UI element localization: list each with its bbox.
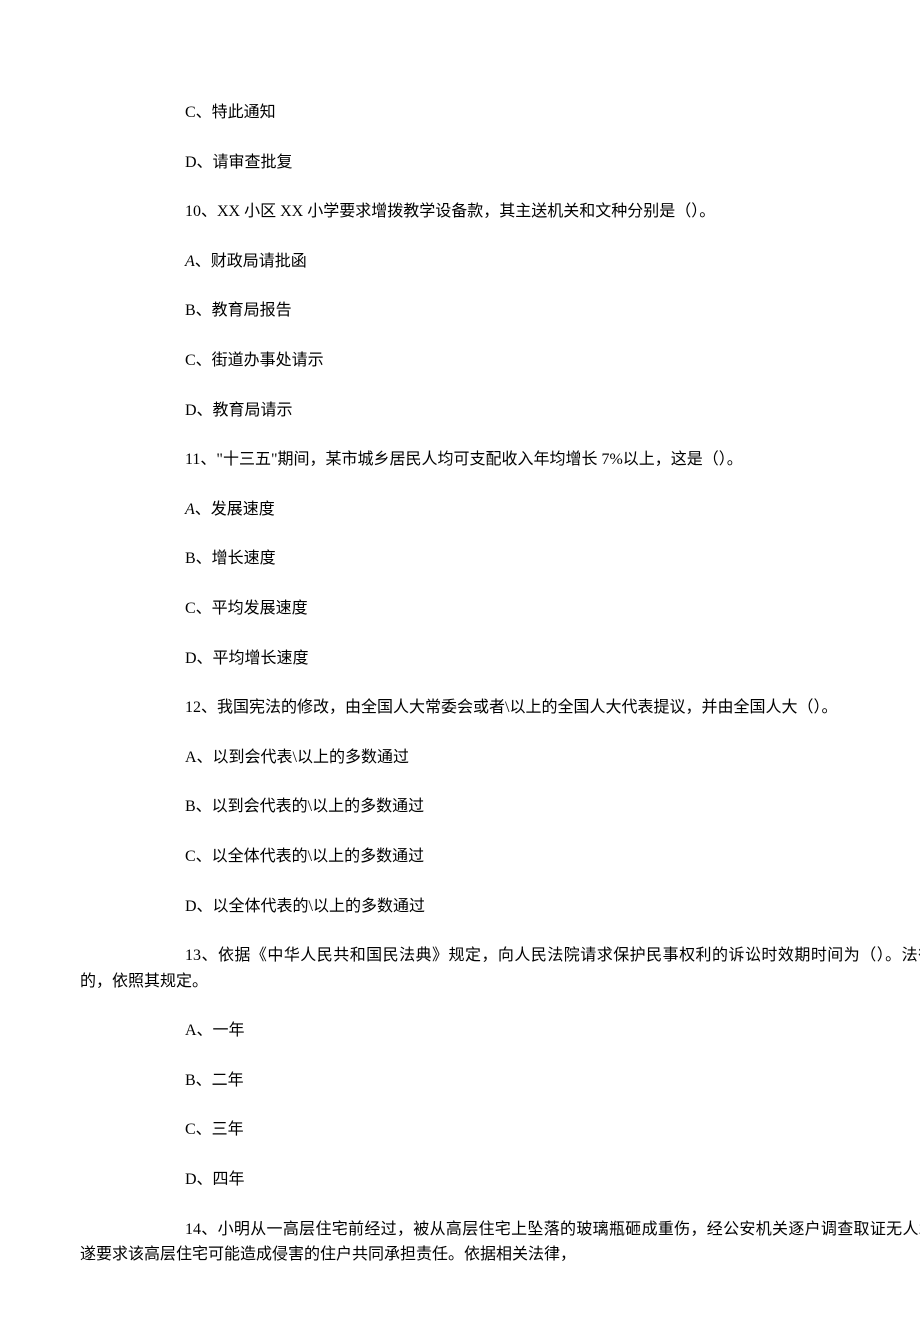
q10-option-d: D、教育局请示: [80, 398, 920, 424]
q12-option-d: D、以全体代表的\以上的多数通过: [80, 894, 920, 920]
q13-option-a: A、一年: [80, 1018, 920, 1044]
q10-stem: 10、XX 小区 XX 小学要求增拨教学设备款，其主送机关和文种分别是（）。: [80, 199, 920, 225]
q10-option-c: C、街道办事处请示: [80, 348, 920, 374]
q11-option-a-text: 、发展速度: [195, 501, 275, 518]
q13-option-b: B、二年: [80, 1068, 920, 1094]
q11-option-b: B、增长速度: [80, 546, 920, 572]
q9-option-c: C、特此通知: [80, 100, 920, 126]
q12-stem: 12、我国宪法的修改，由全国人大常委会或者\以上的全国人大代表提议，并由全国人大…: [80, 695, 920, 721]
italic-a-label: A: [185, 501, 195, 518]
q14-stem: 14、小明从一高层住宅前经过，被从高层住宅上坠落的玻璃瓶砸成重伤，经公安机关逐户…: [80, 1217, 920, 1268]
q12-option-a: A、以到会代表\以上的多数通过: [80, 745, 920, 771]
q13-stem: 13、依据《中华人民共和国民法典》规定，向人民法院请求保护民事权利的诉讼时效期时…: [80, 943, 920, 994]
q11-option-a: A、发展速度: [80, 497, 920, 523]
q12-option-c: C、以全体代表的\以上的多数通过: [80, 844, 920, 870]
q11-stem: 11、"十三五"期间，某市城乡居民人均可支配收入年均增长 7%以上，这是（）。: [80, 447, 920, 473]
q10-option-a: A、财政局请批函: [80, 249, 920, 275]
q12-option-b: B、以到会代表的\以上的多数通过: [80, 794, 920, 820]
q9-option-d: D、请审查批复: [80, 150, 920, 176]
italic-a-label: A: [185, 253, 195, 270]
q10-option-a-text: 、财政局请批函: [195, 253, 307, 270]
q13-option-d: D、四年: [80, 1167, 920, 1193]
q10-option-b: B、教育局报告: [80, 298, 920, 324]
q11-option-d: D、平均增长速度: [80, 646, 920, 672]
q11-option-c: C、平均发展速度: [80, 596, 920, 622]
q13-option-c: C、三年: [80, 1117, 920, 1143]
